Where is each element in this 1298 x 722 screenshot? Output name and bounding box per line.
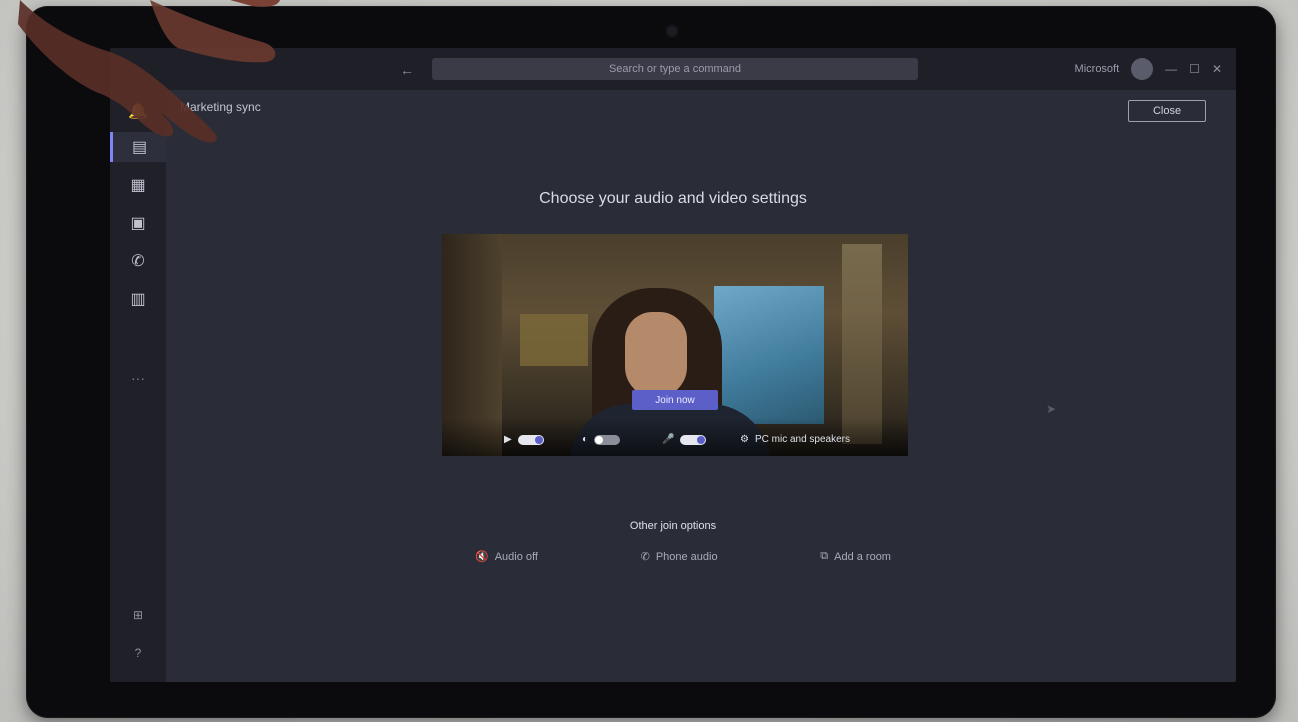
rail-item-calendar[interactable]: ▣	[110, 208, 166, 238]
teams-window: ← Search or type a command Microsoft — ☐…	[110, 48, 1236, 682]
phone-icon: ✆	[640, 551, 650, 563]
preview-lamp	[842, 244, 882, 444]
preview-person-face	[625, 312, 687, 398]
settings-gear-icon: ⚙	[740, 434, 749, 445]
rail-item-chat[interactable]: ▤	[110, 132, 166, 162]
title-bar-right: Microsoft — ☐ ✕	[1075, 58, 1222, 80]
blur-control: ◐	[582, 434, 621, 445]
audio-off-label: Audio off	[494, 550, 538, 563]
mouse-cursor-icon: ➤	[1046, 402, 1057, 416]
add-room-label: Add a room	[834, 550, 891, 563]
avatar[interactable]	[1131, 58, 1154, 80]
cast-icon: ⧉	[820, 550, 829, 562]
device-settings[interactable]: ⚙ PC mic and speakers	[740, 434, 850, 445]
app-rail: 🔔 ▤ ▦ ▣ ✆ ▥ ··· ⊞ ?	[110, 90, 166, 682]
video-preview: Join now ▶ ◐ 🎤 ⚙ PC mic and speakers	[442, 234, 908, 456]
audio-off-option[interactable]: 🔇 Audio off	[475, 550, 538, 564]
other-join-options-label: Other join options	[629, 520, 717, 532]
back-arrow-icon[interactable]: ←	[400, 62, 414, 78]
apps-icon[interactable]: ⊞	[110, 608, 166, 622]
chat-icon: ▤	[131, 139, 148, 156]
rail-item-activity[interactable]: 🔔	[110, 96, 166, 126]
rail-item-files[interactable]: ▥	[110, 284, 166, 314]
maximize-button[interactable]: ☐	[1189, 62, 1200, 76]
preview-shelf	[520, 314, 588, 366]
search-input[interactable]: Search or type a command	[432, 58, 918, 80]
more-apps-icon[interactable]: ···	[110, 370, 166, 386]
video-toggle[interactable]	[517, 434, 544, 445]
bell-icon: 🔔	[128, 103, 148, 120]
mic-toggle[interactable]	[680, 434, 707, 445]
help-icon[interactable]: ?	[110, 646, 166, 660]
page-title: Choose your audio and video settings	[539, 190, 807, 207]
close-button[interactable]: Close	[1128, 100, 1206, 122]
rail-item-calls[interactable]: ✆	[110, 246, 166, 276]
add-room-option[interactable]: ⧉ Add a room	[820, 550, 891, 563]
device-settings-label: PC mic and speakers	[754, 434, 851, 445]
microphone-icon: 🎤	[662, 434, 675, 445]
calls-icon: ✆	[131, 253, 145, 270]
org-label: Microsoft	[1074, 63, 1120, 75]
av-controls: ▶ ◐ 🎤 ⚙ PC mic and speakers	[442, 418, 908, 456]
calendar-icon: ▣	[130, 215, 146, 232]
meeting-title: Marketing sync	[180, 100, 261, 114]
phone-audio-label: Phone audio	[655, 550, 718, 563]
tablet-device: ← Search or type a command Microsoft — ☐…	[26, 6, 1276, 718]
preview-window	[714, 286, 824, 424]
blur-toggle[interactable]	[594, 434, 621, 445]
video-control: ▶	[504, 434, 544, 445]
video-camera-icon: ▶	[504, 434, 512, 445]
blur-background-icon: ◐	[582, 434, 589, 445]
files-icon: ▥	[130, 291, 146, 308]
close-window-button[interactable]: ✕	[1212, 62, 1222, 76]
other-join-options: 🔇 Audio off ✆ Phone audio ⧉ Add a room	[475, 550, 891, 563]
phone-audio-option[interactable]: ✆ Phone audio	[640, 550, 718, 564]
minimize-button[interactable]: —	[1165, 62, 1177, 76]
mic-control: 🎤	[662, 434, 707, 445]
search-placeholder: Search or type a command	[608, 63, 742, 75]
title-bar: ← Search or type a command Microsoft — ☐…	[110, 48, 1236, 90]
front-camera	[667, 26, 677, 36]
speaker-off-icon: 🔇	[475, 551, 489, 563]
join-now-button[interactable]: Join now	[632, 390, 718, 410]
